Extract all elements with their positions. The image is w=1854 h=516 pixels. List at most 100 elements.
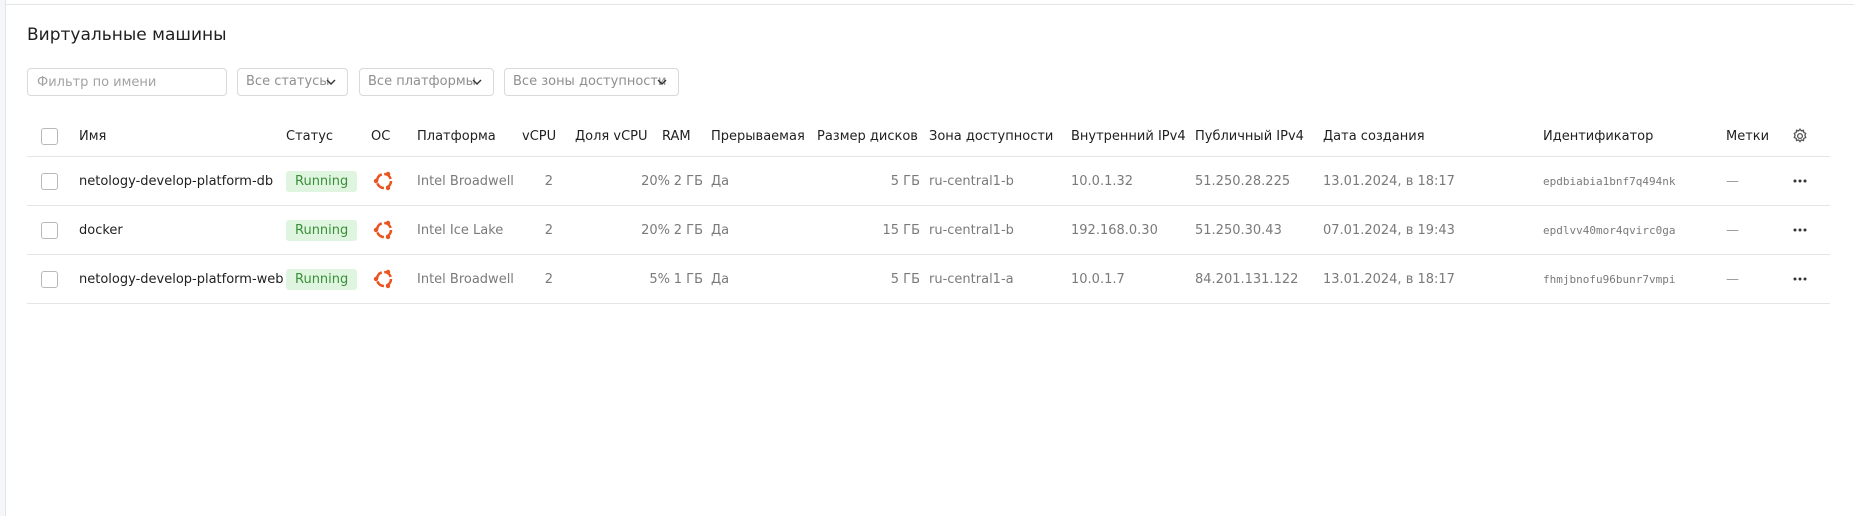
status-badge: Running [286, 219, 358, 241]
vcpu-cell: 2 [544, 222, 553, 238]
vcpu-share-cell: 20% [641, 173, 670, 189]
status-cell: Running [286, 255, 358, 303]
col-header-ipv4-internal[interactable]: Внутренний IPv4 [1071, 116, 1186, 156]
created-cell: 13.01.2024, в 18:17 [1323, 271, 1455, 287]
ipv4-public-cell: 84.201.131.122 [1195, 271, 1299, 287]
col-header-name[interactable]: Имя [79, 116, 106, 156]
table-row[interactable]: netology-develop-platform-web Running In… [27, 255, 1830, 304]
status-cell: Running [286, 157, 358, 205]
ubuntu-icon [373, 220, 393, 240]
gear-icon [1793, 128, 1807, 143]
vm-table: Имя Статус ОС Платформа vCPU Доля vCPU R… [27, 116, 1830, 304]
col-header-id[interactable]: Идентификатор [1543, 116, 1653, 156]
more-horizontal-icon [1793, 228, 1807, 232]
ipv4-internal-cell: 192.168.0.30 [1071, 222, 1158, 238]
id-cell: epdlvv40mor4qvirc0ga [1543, 223, 1676, 237]
row-actions-button[interactable] [1792, 206, 1808, 254]
vcpu-cell: 2 [544, 271, 553, 287]
ubuntu-icon [373, 269, 393, 289]
row-checkbox-cell [41, 206, 58, 254]
created-cell: 07.01.2024, в 19:43 [1323, 222, 1455, 238]
ram-cell: 1 ГБ [673, 271, 703, 287]
page-title: Виртуальные машины [27, 25, 227, 45]
col-header-status[interactable]: Статус [286, 116, 333, 156]
row-actions-button[interactable] [1792, 157, 1808, 205]
col-header-disk-size[interactable]: Размер дисков [817, 116, 918, 156]
status-badge: Running [286, 170, 358, 192]
ipv4-public-cell: 51.250.30.43 [1195, 222, 1282, 238]
row-checkbox-cell [41, 157, 58, 205]
platform-cell: Intel Ice Lake [417, 222, 504, 238]
left-rail [0, 0, 6, 516]
more-horizontal-icon [1793, 179, 1807, 183]
vm-name[interactable]: netology-develop-platform-db [79, 157, 273, 205]
col-header-zone[interactable]: Зона доступности [929, 116, 1053, 156]
disk-size-cell: 5 ГБ [890, 271, 920, 287]
created-cell: 13.01.2024, в 18:17 [1323, 173, 1455, 189]
zone-cell: ru-central1-a [929, 271, 1014, 287]
status-badge: Running [286, 268, 358, 290]
platform-filter-dropdown[interactable]: Все платформы [359, 68, 494, 96]
col-header-labels[interactable]: Метки [1726, 116, 1769, 156]
os-cell [372, 206, 396, 254]
zone-filter-label: Все зоны доступности [513, 74, 667, 89]
disk-size-cell: 5 ГБ [890, 173, 920, 189]
top-divider [6, 0, 1854, 5]
status-filter-label: Все статусы [246, 74, 330, 89]
row-actions-button[interactable] [1792, 255, 1808, 303]
name-filter-input[interactable] [27, 68, 227, 96]
col-header-ipv4-public[interactable]: Публичный IPv4 [1195, 116, 1304, 156]
col-header-vcpu[interactable]: vCPU [522, 116, 556, 156]
os-cell [372, 157, 396, 205]
table-row[interactable]: docker Running Intel Ice Lake 2 20% 2 ГБ… [27, 206, 1830, 255]
status-cell: Running [286, 206, 358, 254]
ipv4-internal-cell: 10.0.1.7 [1071, 271, 1125, 287]
labels-cell: — [1726, 222, 1739, 238]
select-all-cell [41, 116, 58, 156]
vcpu-share-cell: 20% [641, 222, 670, 238]
col-header-vcpu-share[interactable]: Доля vCPU [575, 116, 648, 156]
col-header-created[interactable]: Дата создания [1323, 116, 1425, 156]
row-checkbox[interactable] [41, 172, 58, 190]
col-header-ram[interactable]: RAM [662, 116, 691, 156]
vm-name[interactable]: netology-develop-platform-web [79, 255, 284, 303]
table-row[interactable]: netology-develop-platform-db Running Int… [27, 157, 1830, 206]
chevron-down-icon [326, 79, 336, 85]
vcpu-cell: 2 [544, 173, 553, 189]
ubuntu-icon [373, 171, 393, 191]
vcpu-share-cell: 5% [649, 271, 670, 287]
chevron-down-icon [472, 79, 482, 85]
labels-cell: — [1726, 173, 1739, 189]
table-settings-button[interactable] [1792, 116, 1808, 156]
zone-cell: ru-central1-b [929, 222, 1014, 238]
row-checkbox-cell [41, 255, 58, 303]
platform-cell: Intel Broadwell [417, 173, 514, 189]
id-cell: fhmjbnofu96bunr7vmpi [1543, 272, 1676, 286]
ram-cell: 2 ГБ [673, 222, 703, 238]
ipv4-internal-cell: 10.0.1.32 [1071, 173, 1134, 189]
labels-cell: — [1726, 271, 1739, 287]
disk-size-cell: 15 ГБ [882, 222, 920, 238]
preemptible-cell: Да [711, 222, 730, 238]
platform-cell: Intel Broadwell [417, 271, 514, 287]
ipv4-public-cell: 51.250.28.225 [1195, 173, 1291, 189]
chevron-down-icon [657, 79, 667, 85]
col-header-preemptible[interactable]: Прерываемая [711, 116, 805, 156]
os-cell [372, 255, 396, 303]
platform-filter-label: Все платформы [368, 74, 476, 89]
preemptible-cell: Да [711, 271, 730, 287]
more-horizontal-icon [1793, 277, 1807, 281]
row-checkbox[interactable] [41, 270, 58, 288]
table-header: Имя Статус ОС Платформа vCPU Доля vCPU R… [27, 116, 1830, 157]
status-filter-dropdown[interactable]: Все статусы [237, 68, 348, 96]
zone-filter-dropdown[interactable]: Все зоны доступности [504, 68, 679, 96]
col-header-platform[interactable]: Платформа [417, 116, 496, 156]
ram-cell: 2 ГБ [673, 173, 703, 189]
preemptible-cell: Да [711, 173, 730, 189]
col-header-os[interactable]: ОС [371, 116, 390, 156]
id-cell: epdbiabia1bnf7q494nk [1543, 174, 1676, 188]
vm-name[interactable]: docker [79, 206, 123, 254]
zone-cell: ru-central1-b [929, 173, 1014, 189]
select-all-checkbox[interactable] [41, 127, 58, 145]
row-checkbox[interactable] [41, 221, 58, 239]
